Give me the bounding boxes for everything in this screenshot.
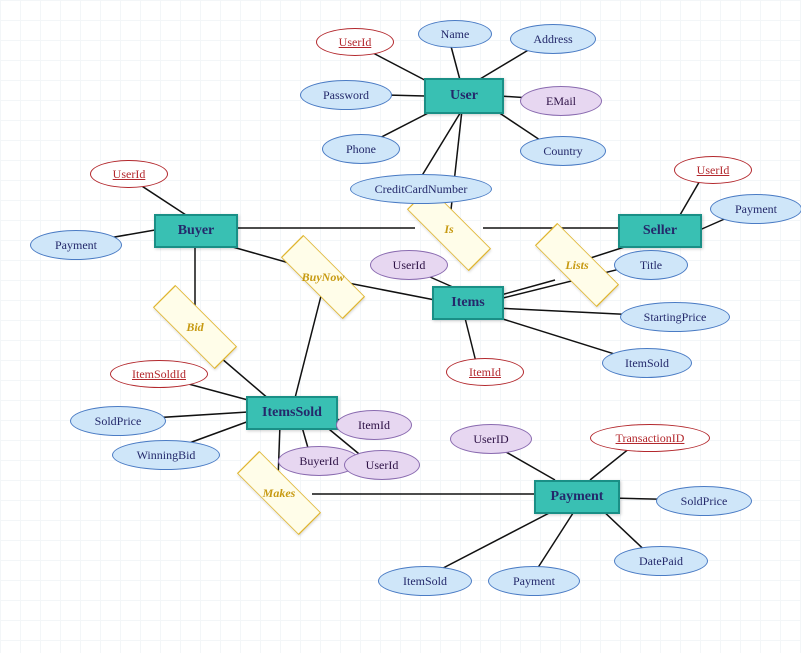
rel-buy-now-label: BuyNow [302, 271, 345, 283]
attr-items-title: Title [614, 250, 688, 280]
attr-payment-transactionid: TransactionID [590, 424, 710, 452]
attr-payment-soldprice: SoldPrice [656, 486, 752, 516]
attr-user-password: Password [300, 80, 392, 110]
attr-itemssold-itemid: ItemId [336, 410, 412, 440]
rel-makes-label: Makes [263, 487, 296, 499]
rel-is: Is [414, 208, 484, 250]
entity-items-sold-label: ItemsSold [262, 406, 322, 420]
entity-payment-label: Payment [551, 490, 604, 504]
attr-payment-datepaid: DatePaid [614, 546, 708, 576]
attr-payment-payment: Payment [488, 566, 580, 596]
attr-user-phone: Phone [322, 134, 400, 164]
attr-itemssold-winningbid: WinningBid [112, 440, 220, 470]
attr-payment-itemsold: ItemSold [378, 566, 472, 596]
rel-lists: Lists [542, 244, 612, 286]
attr-user-name: Name [418, 20, 492, 48]
attr-buyer-payment: Payment [30, 230, 122, 260]
attr-user-country: Country [520, 136, 606, 166]
entity-items: Items [432, 286, 504, 320]
attr-items-item-sold: ItemSold [602, 348, 692, 378]
entity-buyer-label: Buyer [178, 224, 215, 238]
attr-user-userid: UserId [316, 28, 394, 56]
attr-seller-userid: UserId [674, 156, 752, 184]
attr-seller-payment: Payment [710, 194, 801, 224]
entity-buyer: Buyer [154, 214, 238, 248]
entity-seller-label: Seller [643, 224, 677, 238]
rel-bid: Bid [160, 306, 230, 348]
attr-buyer-userid: UserId [90, 160, 168, 188]
entity-user: User [424, 78, 504, 114]
entity-payment: Payment [534, 480, 620, 514]
attr-itemssold-userid: UserId [344, 450, 420, 480]
attr-user-address: Address [510, 24, 596, 54]
rel-is-label: Is [444, 223, 453, 235]
attr-itemssold-soldprice: SoldPrice [70, 406, 166, 436]
rel-lists-label: Lists [565, 259, 588, 271]
attr-payment-userid: UserID [450, 424, 532, 454]
entity-seller: Seller [618, 214, 702, 248]
entity-items-sold: ItemsSold [246, 396, 338, 430]
entity-items-label: Items [451, 296, 484, 310]
entity-user-label: User [450, 89, 478, 103]
attr-items-itemid: ItemId [446, 358, 524, 386]
attr-itemssold-itemsoldid: ItemSoldId [110, 360, 208, 388]
attr-items-starting-price: StartingPrice [620, 302, 730, 332]
rel-makes: Makes [244, 472, 314, 514]
attr-user-ccn: CreditCardNumber [350, 174, 492, 204]
attr-items-userid: UserId [370, 250, 448, 280]
rel-bid-label: Bid [186, 321, 203, 333]
rel-buy-now: BuyNow [288, 256, 358, 298]
attr-user-email: EMail [520, 86, 602, 116]
